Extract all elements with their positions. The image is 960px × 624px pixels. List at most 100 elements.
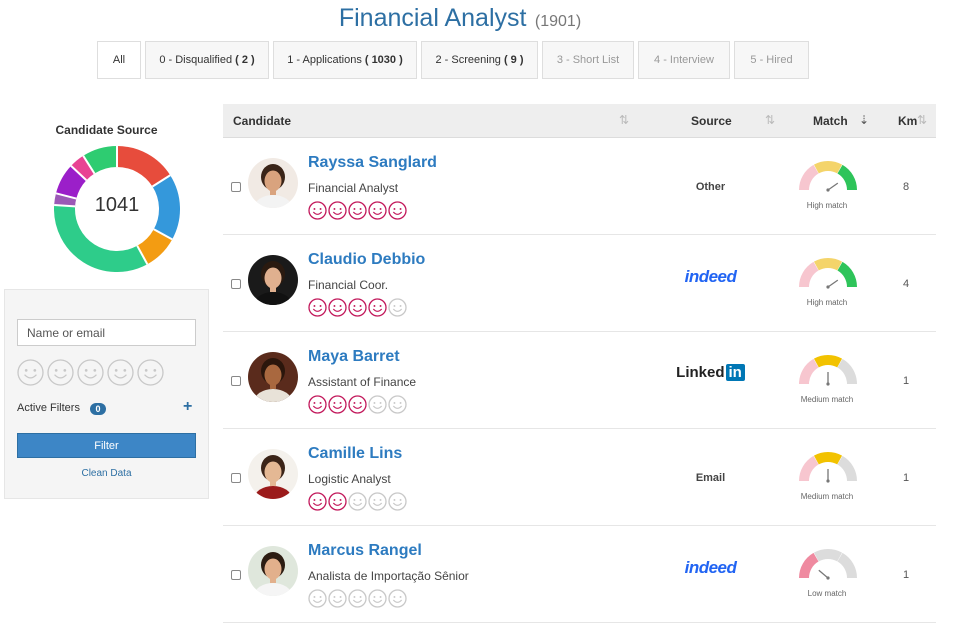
rating-filter-face-icon[interactable] bbox=[47, 359, 74, 391]
rating-face-icon[interactable] bbox=[348, 298, 367, 322]
rating-face-icon[interactable] bbox=[308, 589, 327, 613]
column-header-candidate[interactable]: Candidate bbox=[233, 114, 291, 128]
row-checkbox[interactable] bbox=[231, 570, 241, 580]
sort-desc-icon[interactable]: ⇣ bbox=[859, 113, 869, 127]
donut-segment[interactable] bbox=[83, 146, 118, 174]
clean-data-link[interactable]: Clean Data bbox=[17, 468, 196, 479]
rating-face-icon[interactable] bbox=[308, 395, 327, 419]
rating-face-icon[interactable] bbox=[308, 492, 327, 516]
source-indeed-logo: indeed bbox=[684, 558, 737, 577]
source-text: Email bbox=[695, 472, 726, 484]
candidate-rating bbox=[308, 298, 408, 322]
tab-disqualified[interactable]: 0 - Disqualified( 2 ) bbox=[145, 41, 269, 79]
sort-icon[interactable]: ⇅ bbox=[917, 113, 927, 127]
rating-filter-face-icon[interactable] bbox=[107, 359, 134, 391]
rating-face-icon[interactable] bbox=[388, 395, 407, 419]
name-email-search-input[interactable] bbox=[17, 319, 196, 346]
filter-button[interactable]: Filter bbox=[17, 433, 196, 458]
rating-face-icon[interactable] bbox=[368, 589, 387, 613]
rating-face-icon[interactable] bbox=[328, 298, 347, 322]
candidate-table: Candidate ⇅ Source ⇅ Match ⇣ Km ⇅ Rayssa… bbox=[223, 104, 936, 623]
rating-face-icon[interactable] bbox=[368, 395, 387, 419]
table-row[interactable]: Marcus Rangel Analista de Importação Sên… bbox=[223, 526, 936, 623]
candidate-avatar[interactable] bbox=[248, 352, 298, 402]
candidate-role: Logistic Analyst bbox=[308, 472, 391, 486]
rating-filter-face-icon[interactable] bbox=[137, 359, 164, 391]
tab-interview[interactable]: 4 - Interview bbox=[638, 41, 730, 79]
candidate-source-panel: Candidate Source 1041 bbox=[4, 100, 209, 280]
rating-face-icon[interactable] bbox=[388, 298, 407, 322]
candidate-rating bbox=[308, 492, 408, 516]
tab-short-list[interactable]: 3 - Short List bbox=[542, 41, 634, 79]
rating-filter-face-icon[interactable] bbox=[17, 359, 44, 391]
table-row[interactable]: Claudio Debbio Financial Coor. indeed Hi… bbox=[223, 235, 936, 332]
rating-face-icon[interactable] bbox=[348, 395, 367, 419]
table-row[interactable]: Rayssa Sanglard Financial Analyst Other bbox=[223, 138, 936, 235]
tab-count: ( 1030 ) bbox=[364, 54, 403, 66]
rating-face-icon[interactable] bbox=[348, 201, 367, 225]
candidate-role: Financial Coor. bbox=[308, 278, 389, 292]
row-checkbox[interactable] bbox=[231, 182, 241, 192]
candidate-name-link[interactable]: Marcus Rangel bbox=[308, 542, 422, 560]
donut-segment[interactable] bbox=[55, 165, 87, 200]
candidate-name-link[interactable]: Rayssa Sanglard bbox=[308, 154, 437, 172]
rating-face-icon[interactable] bbox=[328, 395, 347, 419]
row-checkbox[interactable] bbox=[231, 376, 241, 386]
match-label: Medium match bbox=[800, 395, 854, 404]
rating-face-icon[interactable] bbox=[308, 298, 327, 322]
candidate-avatar[interactable] bbox=[248, 546, 298, 596]
stage-tabs: All 0 - Disqualified( 2 ) 1 - Applicatio… bbox=[97, 41, 813, 79]
candidate-avatar[interactable] bbox=[248, 449, 298, 499]
sort-icon[interactable]: ⇅ bbox=[765, 113, 775, 127]
donut-segment[interactable] bbox=[116, 146, 171, 187]
add-filter-plus-icon[interactable]: + bbox=[183, 398, 192, 416]
candidate-name-link[interactable]: Maya Barret bbox=[308, 348, 400, 366]
donut-segment[interactable] bbox=[136, 228, 173, 265]
candidate-avatar[interactable] bbox=[248, 255, 298, 305]
sort-icon[interactable]: ⇅ bbox=[619, 113, 629, 127]
row-checkbox[interactable] bbox=[231, 279, 241, 289]
rating-face-icon[interactable] bbox=[328, 201, 347, 225]
tab-applications[interactable]: 1 - Applications( 1030 ) bbox=[273, 41, 417, 79]
rating-face-icon[interactable] bbox=[368, 492, 387, 516]
rating-face-icon[interactable] bbox=[348, 589, 367, 613]
tab-label: 3 - Short List bbox=[556, 54, 620, 66]
tab-hired[interactable]: 5 - Hired bbox=[734, 41, 809, 79]
tab-label: 2 - Screening bbox=[435, 54, 501, 66]
tab-all[interactable]: All bbox=[97, 41, 141, 79]
tab-label: 0 - Disqualified bbox=[159, 54, 233, 66]
column-header-match[interactable]: Match bbox=[813, 114, 848, 128]
match-gauge-icon bbox=[796, 352, 860, 397]
rating-face-icon[interactable] bbox=[328, 492, 347, 516]
rating-face-icon[interactable] bbox=[388, 589, 407, 613]
table-row[interactable]: Maya Barret Assistant of Finance Linked i… bbox=[223, 332, 936, 429]
job-title: Financial Analyst bbox=[338, 4, 527, 32]
column-header-source[interactable]: Source bbox=[691, 114, 732, 128]
column-header-km[interactable]: Km bbox=[898, 114, 917, 128]
linkedin-wordmark: Linked bbox=[676, 364, 725, 381]
source-text: Other bbox=[695, 181, 726, 193]
row-checkbox[interactable] bbox=[231, 473, 241, 483]
distance-km: 8 bbox=[902, 181, 910, 193]
rating-face-icon[interactable] bbox=[368, 298, 387, 322]
candidate-source-title: Candidate Source bbox=[55, 123, 158, 137]
candidate-avatar[interactable] bbox=[248, 158, 298, 208]
rating-face-icon[interactable] bbox=[368, 201, 387, 225]
donut-segment[interactable] bbox=[71, 155, 95, 181]
candidate-role: Analista de Importação Sênior bbox=[308, 569, 469, 583]
rating-face-icon[interactable] bbox=[388, 201, 407, 225]
rating-face-icon[interactable] bbox=[388, 492, 407, 516]
tab-screening[interactable]: 2 - Screening( 9 ) bbox=[421, 41, 538, 79]
rating-face-icon[interactable] bbox=[348, 492, 367, 516]
rating-face-icon[interactable] bbox=[308, 201, 327, 225]
rating-filter bbox=[17, 359, 167, 391]
table-header: Candidate ⇅ Source ⇅ Match ⇣ Km ⇅ bbox=[223, 104, 936, 138]
table-row[interactable]: Camille Lins Logistic Analyst Email Medi… bbox=[223, 429, 936, 526]
match-label: Medium match bbox=[800, 492, 854, 501]
rating-filter-face-icon[interactable] bbox=[77, 359, 104, 391]
tab-count: ( 2 ) bbox=[235, 54, 255, 66]
candidate-name-link[interactable]: Claudio Debbio bbox=[308, 251, 425, 269]
rating-face-icon[interactable] bbox=[328, 589, 347, 613]
candidate-name-link[interactable]: Camille Lins bbox=[308, 445, 402, 463]
candidate-rating bbox=[308, 589, 408, 613]
